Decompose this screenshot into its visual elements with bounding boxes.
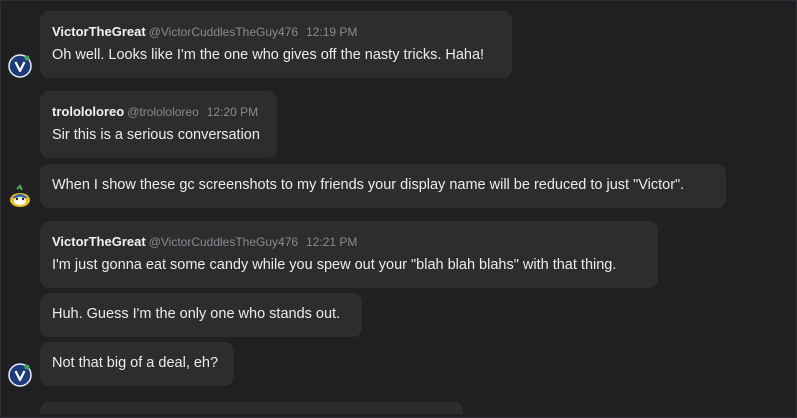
message-header: VictorTheGreat @VictorCuddlesTheGuy476 12:… bbox=[52, 234, 357, 249]
author-name[interactable]: trolololoreo bbox=[52, 104, 124, 119]
cartoon-character-icon[interactable] bbox=[8, 184, 32, 208]
author-handle: @VictorCuddlesTheGuy476 bbox=[148, 25, 299, 39]
author-handle: @VictorCuddlesTheGuy476 bbox=[148, 235, 299, 249]
message-text: Huh. Guess I'm the only one who stands o… bbox=[52, 306, 341, 322]
message-bubble[interactable]: VictorTheGreat @VictorCuddlesTheGuy476 12:… bbox=[40, 11, 512, 78]
message-bubble[interactable]: Huh. Guess I'm the only one who stands o… bbox=[40, 293, 362, 337]
message-bubble[interactable]: trolololoreo @trolololoreo 12:20 PM Sir th… bbox=[40, 91, 277, 158]
message-text: Not that big of a deal, eh? bbox=[52, 355, 219, 371]
message-header: VictorTheGreat @VictorCuddlesTheGuy476 12:… bbox=[52, 24, 357, 39]
author-name[interactable]: VictorTheGreat bbox=[52, 234, 146, 249]
message-header: trolololoreo @trolololoreo 12:20 PM bbox=[52, 104, 258, 119]
message-bubble[interactable]: Not that big of a deal, eh? bbox=[40, 342, 234, 386]
victor-v-logo-icon[interactable] bbox=[8, 54, 32, 78]
message-text: I'm just gonna eat some candy while you … bbox=[52, 257, 617, 273]
message-bubble-partial[interactable] bbox=[40, 402, 463, 414]
author-name[interactable]: VictorTheGreat bbox=[52, 24, 146, 39]
message-text: When I show these gc screenshots to my f… bbox=[52, 177, 685, 193]
message-bubble[interactable]: VictorTheGreat @VictorCuddlesTheGuy476 12:… bbox=[40, 221, 658, 288]
message-text: Oh well. Looks like I'm the one who give… bbox=[52, 47, 485, 63]
timestamp: 12:21 PM bbox=[306, 235, 358, 249]
timestamp: 12:19 PM bbox=[306, 25, 358, 39]
timestamp: 12:20 PM bbox=[206, 105, 259, 119]
message-bubble[interactable]: When I show these gc screenshots to my f… bbox=[40, 164, 726, 208]
victor-v-logo-icon[interactable] bbox=[8, 363, 32, 387]
message-text: Sir this is a serious conversation bbox=[52, 127, 260, 143]
author-handle: @trolololoreo bbox=[127, 105, 199, 119]
